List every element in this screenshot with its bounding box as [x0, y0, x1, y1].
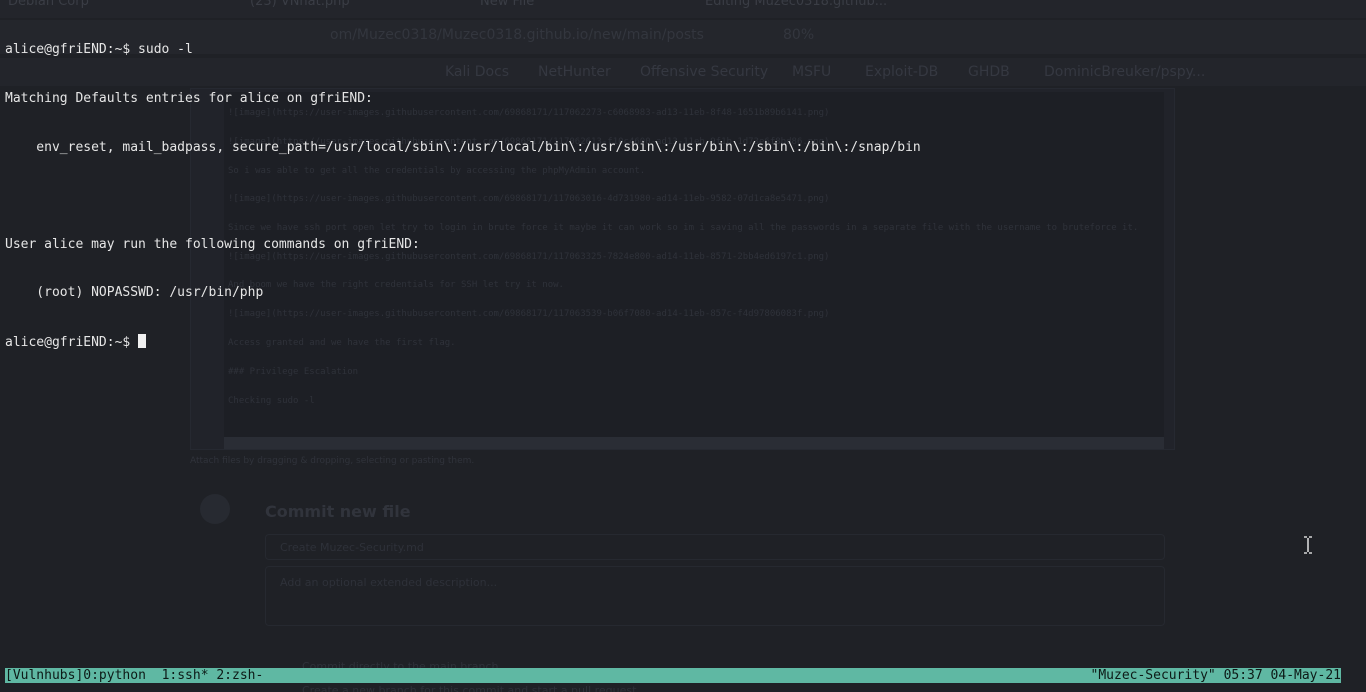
bg-tab: New File	[480, 0, 535, 9]
terminal-line: alice@gfriEND:~$ sudo -l	[5, 42, 193, 58]
bg-radio-branch: Create a new branch for this commit and …	[302, 684, 640, 692]
bg-editor-line: Checking sudo -l	[228, 396, 315, 406]
terminal-line: User alice may run the following command…	[5, 236, 420, 252]
tmux-status-right: "Muzec-Security" 05:37 04-May-21	[1091, 668, 1341, 683]
text-cursor	[138, 333, 147, 348]
bg-commit-desc	[265, 566, 1165, 626]
bg-avatar	[200, 494, 230, 524]
tmux-window[interactable]: 0:python	[83, 668, 146, 683]
terminal-line: (root) NOPASSWD: /usr/bin/php	[5, 285, 264, 301]
terminal-output[interactable]: alice@gfriEND:~$ sudo -l Matching Defaul…	[5, 10, 1345, 383]
bg-commit-title: Commit new file	[265, 502, 411, 521]
terminal-prompt-line[interactable]: alice@gfriEND:~$	[5, 333, 1345, 350]
bg-commit-desc-placeholder: Add an optional extended description...	[280, 576, 498, 589]
tmux-window[interactable]: 2:zsh-	[216, 668, 263, 683]
bg-tab: (23) VNhat.php	[250, 0, 350, 9]
tmux-date: 04-May-21	[1270, 668, 1341, 683]
bg-commit-input	[265, 534, 1165, 560]
bg-attach-hint: Attach files by dragging & dropping, sel…	[190, 456, 475, 466]
bg-tab: Debian Corp	[8, 0, 89, 9]
bg-tab: Editing Muzec0318.github...	[705, 0, 888, 9]
tmux-time: 05:37	[1223, 668, 1263, 683]
tmux-status-bar: [Vulnhubs]0:python 1:ssh* 2:zsh- "Muzec-…	[5, 668, 1341, 683]
tmux-window-active[interactable]: 1:ssh*	[162, 668, 209, 683]
shell-prompt: alice@gfriEND:~$	[5, 334, 139, 350]
bg-commit-placeholder: Create Muzec-Security.md	[280, 541, 424, 554]
tmux-status-left: [Vulnhubs]0:python 1:ssh* 2:zsh-	[5, 668, 263, 683]
tmux-hostname: "Muzec-Security"	[1090, 668, 1216, 683]
terminal-screen[interactable]: Debian Corp (23) VNhat.php New File Edit…	[0, 0, 1366, 692]
tmux-session-name: [Vulnhubs]	[5, 668, 84, 683]
ibeam-cursor-icon	[1304, 536, 1312, 554]
terminal-line: env_reset, mail_badpass, secure_path=/us…	[5, 139, 921, 155]
bg-scrollbar	[224, 437, 1164, 449]
terminal-line: Matching Defaults entries for alice on g…	[5, 91, 373, 106]
